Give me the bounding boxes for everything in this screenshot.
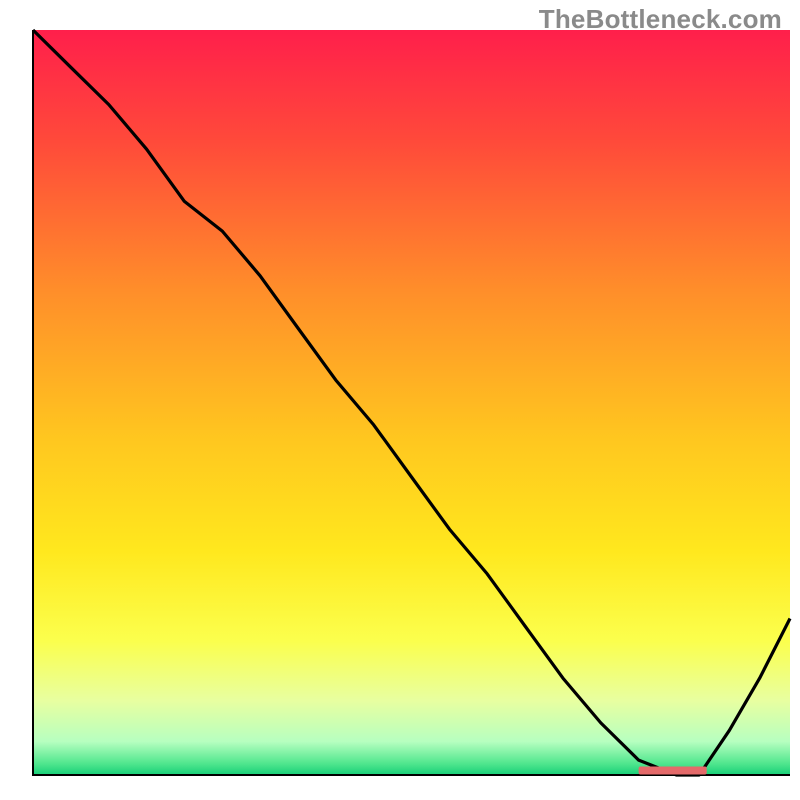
watermark-text: TheBottleneck.com <box>539 4 782 35</box>
bottleneck-chart <box>0 0 800 800</box>
chart-container: TheBottleneck.com <box>0 0 800 800</box>
optimal-marker <box>639 767 707 775</box>
plot-background <box>33 30 790 775</box>
